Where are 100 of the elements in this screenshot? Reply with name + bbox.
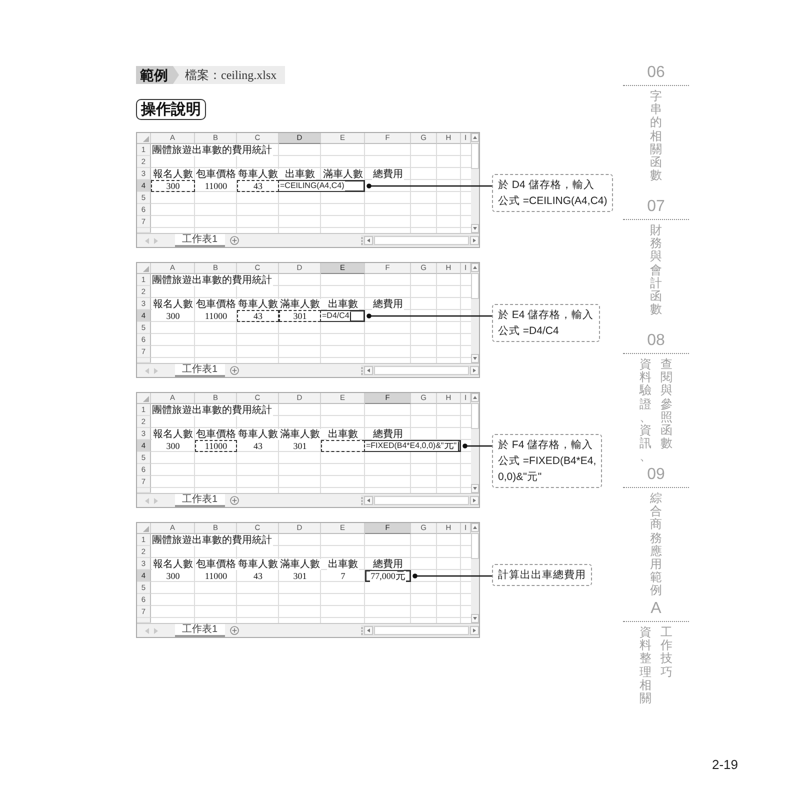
section-title: 操作說明 — [136, 99, 206, 120]
entry-text: 77,000元 — [370, 570, 406, 582]
chapter-title: 資料整理相關 — [640, 626, 652, 706]
scrollbar-thumb[interactable] — [471, 143, 479, 169]
entry-text: 滿車人數 — [279, 428, 321, 440]
scroll-right-icon[interactable] — [470, 236, 479, 245]
add-sheet-icon[interactable] — [230, 366, 239, 375]
example-tag: 範例 — [136, 66, 179, 84]
entry-text: 300 — [165, 311, 181, 321]
entry-text: 報名人數 — [152, 428, 194, 440]
scroll-up-icon[interactable] — [471, 393, 479, 402]
scrollbar-thumb[interactable] — [471, 403, 479, 429]
entry-text: 300 — [165, 571, 181, 581]
left-arrow-icon[interactable] — [145, 498, 149, 504]
vertical-scrollbar[interactable] — [471, 393, 479, 493]
chapter-title: 綜合商務應用範例 — [650, 492, 662, 598]
right-arrow-icon[interactable] — [154, 368, 158, 374]
triangle-icon — [143, 266, 149, 272]
entry-text: 滿車人數 — [279, 298, 321, 310]
sheet-tab[interactable]: 工作表1 — [175, 234, 225, 247]
chapter-title: 財務與會計函數 — [650, 224, 662, 316]
left-arrow-icon[interactable] — [145, 628, 149, 634]
horizontal-scrollbar[interactable] — [361, 625, 479, 636]
right-arrow-icon[interactable] — [154, 628, 158, 634]
scroll-left-icon[interactable] — [364, 496, 373, 505]
title-text: 團體旅遊出車數的費用統計 — [151, 534, 273, 546]
entry-text: 包車價格 — [195, 298, 237, 310]
scroll-up-icon[interactable] — [471, 133, 479, 142]
scroll-right-icon[interactable] — [470, 496, 479, 505]
horizontal-scrollbar[interactable] — [361, 495, 479, 506]
active-cell[interactable]: =D4/C4 — [321, 310, 365, 322]
entry-text: 每車人數 — [237, 168, 279, 180]
reference-highlight[interactable] — [321, 440, 365, 452]
scroll-up-icon[interactable] — [471, 523, 479, 532]
scroll-up-icon[interactable] — [471, 263, 479, 272]
title-text: 團體旅遊出車數的費用統計 — [151, 404, 273, 416]
entry-text: 出車數 — [327, 298, 359, 310]
vertical-scrollbar[interactable] — [471, 523, 479, 623]
sheet-tab[interactable]: 工作表1 — [175, 624, 225, 637]
scroll-right-icon[interactable] — [470, 626, 479, 635]
add-sheet-icon[interactable] — [230, 236, 239, 245]
scroll-down-icon[interactable] — [471, 484, 479, 493]
scroll-left-icon[interactable] — [364, 236, 373, 245]
reference-highlight[interactable]: 11000 — [195, 440, 237, 452]
active-cell[interactable]: =CEILING(A4,C4) — [279, 180, 365, 192]
scrollbar-thumb[interactable] — [374, 496, 469, 505]
reference-highlight[interactable]: 301 — [279, 310, 321, 322]
scroll-down-icon[interactable] — [471, 614, 479, 623]
scroll-left-icon[interactable] — [364, 366, 373, 375]
entry-text: 301 — [292, 571, 308, 581]
vertical-scrollbar[interactable] — [471, 133, 479, 233]
horizontal-scrollbar[interactable] — [361, 365, 479, 376]
right-arrow-icon[interactable] — [154, 238, 158, 244]
scroll-left-icon[interactable] — [364, 626, 373, 635]
scrollbar-thumb[interactable] — [374, 236, 469, 245]
formula-text: =CEILING(A4,C4) — [279, 181, 346, 191]
callout-note: 於 F4 儲存格，輸入 公式 =FIXED(B4*E4, 0,0)&"元" — [492, 434, 602, 488]
scrollbar-thumb[interactable] — [374, 626, 469, 635]
entry-text: 總費用 — [372, 558, 404, 570]
reference-highlight[interactable]: 43 — [237, 180, 279, 192]
add-sheet-icon[interactable] — [230, 496, 239, 505]
entry-text: 43 — [252, 311, 264, 321]
formula-text: =FIXED(B4*E4,0,0)&"元" — [365, 441, 458, 451]
entry-text: 43 — [252, 441, 264, 451]
entry-text: 總費用 — [372, 168, 404, 180]
active-cell[interactable]: 77,000元 — [365, 570, 411, 582]
entry-text: 包車價格 — [195, 168, 237, 180]
entry-text: 300 — [165, 181, 181, 191]
callout-note: 於 D4 儲存格，輸入 公式 =CEILING(A4,C4) — [492, 174, 614, 212]
right-arrow-icon[interactable] — [154, 498, 158, 504]
scroll-down-icon[interactable] — [471, 354, 479, 363]
sheet-tab[interactable]: 工作表1 — [175, 364, 225, 377]
entry-text: 301 — [292, 311, 308, 321]
leader-line — [462, 443, 492, 449]
sheet-tab[interactable]: 工作表1 — [175, 494, 225, 507]
chapter-number: 08 — [647, 332, 665, 350]
reference-highlight[interactable]: 300 — [151, 180, 195, 192]
select-all-button[interactable] — [137, 133, 151, 144]
entry-text: 43 — [252, 571, 264, 581]
left-arrow-icon[interactable] — [145, 238, 149, 244]
left-arrow-icon[interactable] — [145, 368, 149, 374]
entry-text: 滿車人數 — [279, 558, 321, 570]
select-all-button[interactable] — [137, 523, 151, 534]
scroll-right-icon[interactable] — [470, 366, 479, 375]
chapter-number: 07 — [647, 198, 665, 216]
active-cell[interactable]: =FIXED(B4*E4,0,0)&"元" — [365, 440, 461, 452]
chapter-number: A — [650, 600, 662, 618]
scrollbar-thumb[interactable] — [471, 273, 479, 299]
horizontal-scrollbar[interactable] — [361, 235, 479, 246]
reference-highlight[interactable]: 43 — [237, 310, 279, 322]
scroll-down-icon[interactable] — [471, 224, 479, 233]
entry-text: 出車數 — [284, 168, 316, 180]
select-all-button[interactable] — [137, 393, 151, 404]
add-sheet-icon[interactable] — [230, 626, 239, 635]
vertical-scrollbar[interactable] — [471, 263, 479, 363]
callout-note: 計算出出車總費用 — [492, 564, 592, 586]
select-all-button[interactable] — [137, 263, 151, 274]
scrollbar-thumb[interactable] — [374, 366, 469, 375]
entry-text: 301 — [292, 441, 308, 451]
scrollbar-thumb[interactable] — [471, 533, 479, 559]
